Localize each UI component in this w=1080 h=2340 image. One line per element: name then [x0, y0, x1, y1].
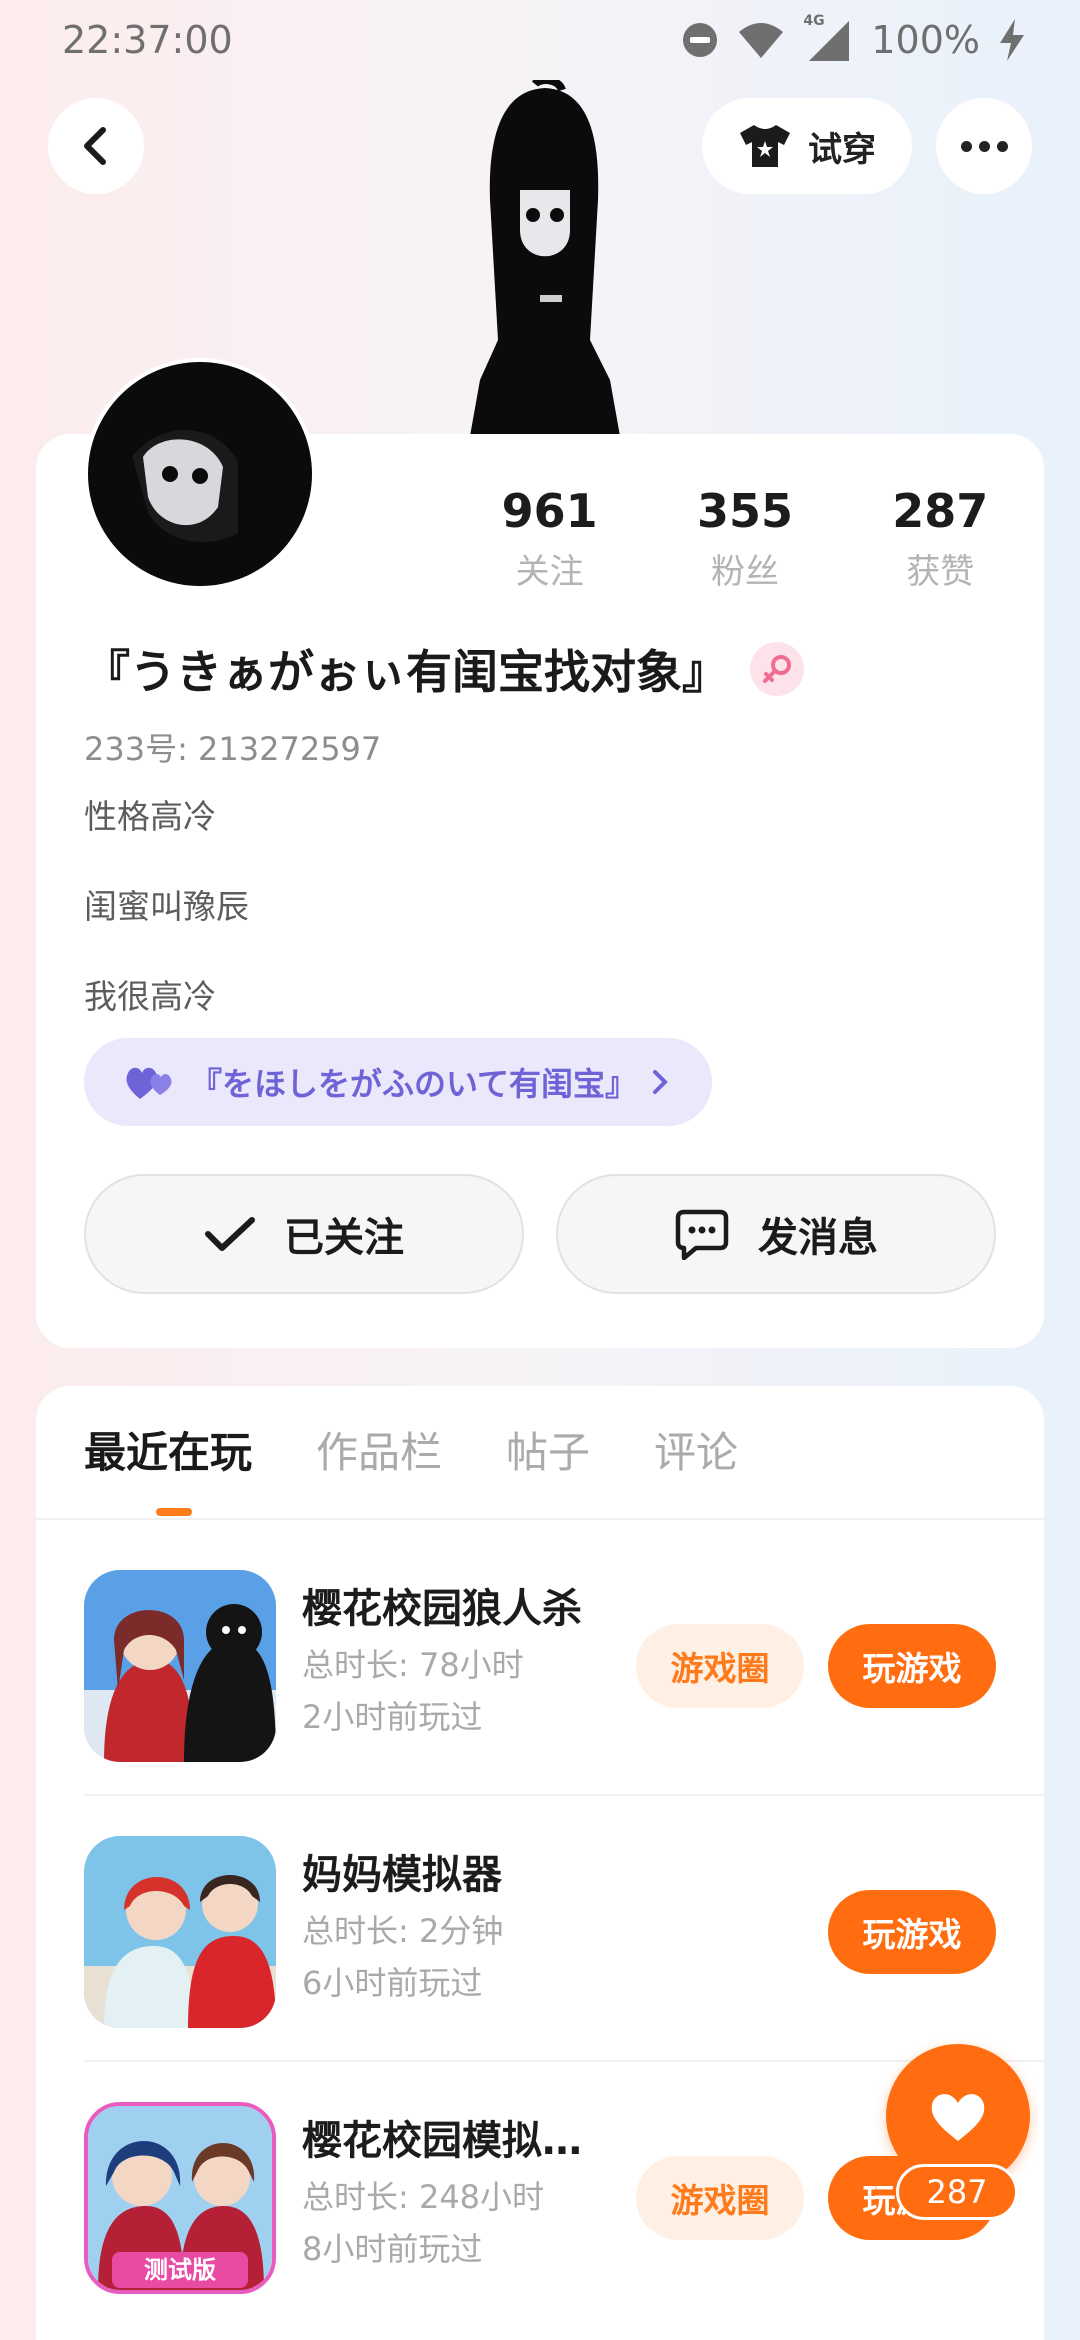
game-thumbnail: 测试版 [84, 2102, 276, 2294]
follow-label: 已关注 [284, 1215, 404, 1261]
heart-icon [931, 2094, 985, 2141]
profile-tabs: 最近在玩 作品栏 帖子 评论 [84, 1420, 738, 1510]
game-last-played: 8小时前玩过 [302, 2230, 483, 2268]
status-time: 22:37:00 [62, 18, 233, 62]
test-version-badge: 测试版 [144, 2256, 216, 2284]
active-tab-indicator [156, 1508, 192, 1516]
game-duration: 总时长: 2分钟 [302, 1912, 504, 1950]
game-title: 妈妈模拟器 [302, 1852, 502, 1898]
game-cover-icon: 测试版 [88, 2106, 272, 2290]
game-last-played: 6小时前玩过 [302, 1964, 483, 2002]
game-title: 樱花校园狼人杀 [302, 1586, 582, 1632]
chevron-right-icon [653, 1070, 668, 1094]
avatar-figure [470, 80, 620, 436]
nickname-row: 『うきぁがぉぃ有闺宝找对象』 [84, 636, 804, 702]
bestie-name: 『をほしをがふのいて有闺宝』 [190, 1065, 638, 1103]
stat-following[interactable]: 961 关注 [452, 484, 647, 594]
more-dot-icon [978, 140, 990, 152]
play-game-button[interactable]: 玩游戏 [828, 1890, 996, 1974]
dnd-icon [683, 23, 718, 57]
nickname: 『うきぁがぉぃ有闺宝找对象』 [84, 645, 728, 699]
bio-line: 闺蜜叫豫辰 [84, 887, 249, 926]
try-on-button[interactable]: 试穿 [702, 98, 912, 194]
try-on-label: 试穿 [808, 129, 876, 170]
bio-line: 性格高冷 [84, 797, 216, 836]
tab-comments[interactable]: 评论 [654, 1420, 738, 1510]
cellular-icon: 4G [803, 13, 853, 63]
stat-label: 关注 [515, 552, 584, 592]
like-count: 287 [896, 2164, 1018, 2220]
stat-label: 获赞 [906, 552, 975, 592]
profile-stats: 961 关注 355 粉丝 287 获赞 [452, 484, 1038, 594]
game-row[interactable]: 樱花校园狼人杀 总时长: 78小时 2小时前玩过 游戏圈 玩游戏 [84, 1520, 1044, 1786]
check-icon [205, 1217, 255, 1251]
game-circle-button[interactable]: 游戏圈 [636, 1624, 804, 1708]
profile-page: 22:37:00 4G 100% 试穿 961 关注 355 粉丝 287 获赞… [0, 0, 1080, 2340]
wifi-icon [739, 23, 784, 58]
game-duration: 总时长: 248小时 [302, 2178, 545, 2216]
game-duration: 总时长: 78小时 [302, 1646, 524, 1684]
game-cover-icon [84, 1570, 276, 1762]
message-button[interactable]: 发消息 [556, 1174, 996, 1294]
charging-icon [1000, 19, 1024, 61]
status-icons: 4G 100% [681, 13, 1026, 64]
bio-line: 我很高冷 [84, 977, 216, 1016]
female-gender-icon [750, 642, 804, 696]
battery-percent: 100% [871, 18, 980, 62]
tab-posts[interactable]: 帖子 [506, 1420, 590, 1510]
stat-value: 355 [696, 484, 793, 538]
game-circle-button[interactable]: 游戏圈 [636, 2156, 804, 2240]
status-bar: 22:37:00 4G 100% [0, 0, 1080, 80]
stat-likes[interactable]: 287 获赞 [843, 484, 1038, 594]
user-id: 233号: 213272597 [84, 730, 382, 768]
user-avatar[interactable] [84, 358, 316, 590]
message-label: 发消息 [758, 1215, 878, 1261]
network-type: 4G [803, 13, 825, 29]
game-title: 樱花校园模拟… [302, 2118, 582, 2164]
shirt-icon [740, 125, 790, 167]
stat-value: 961 [501, 484, 598, 538]
back-button[interactable] [48, 98, 144, 194]
more-dot-icon [960, 140, 972, 152]
tab-recent-played[interactable]: 最近在玩 [84, 1420, 252, 1510]
stat-label: 粉丝 [710, 552, 779, 592]
bestie-chip[interactable]: 『をほしをがふのいて有闺宝』 [84, 1038, 712, 1126]
back-arrow-icon [84, 127, 106, 165]
follow-button[interactable]: 已关注 [84, 1174, 524, 1294]
double-heart-icon [126, 1067, 172, 1099]
chat-bubble-icon [675, 1209, 729, 1260]
game-row[interactable]: 妈妈模拟器 总时长: 2分钟 6小时前玩过 玩游戏 [84, 1786, 1044, 2052]
tab-works[interactable]: 作品栏 [316, 1420, 442, 1510]
stat-value: 287 [892, 484, 989, 538]
play-game-button[interactable]: 玩游戏 [828, 1624, 996, 1708]
game-thumbnail [84, 1836, 276, 2028]
stat-followers[interactable]: 355 粉丝 [647, 484, 842, 594]
game-cover-icon [84, 1836, 276, 2028]
game-thumbnail [84, 1570, 276, 1762]
more-button[interactable] [936, 98, 1032, 194]
game-last-played: 2小时前玩过 [302, 1698, 483, 1736]
more-dot-icon [996, 140, 1008, 152]
avatar-image-icon [88, 362, 312, 586]
